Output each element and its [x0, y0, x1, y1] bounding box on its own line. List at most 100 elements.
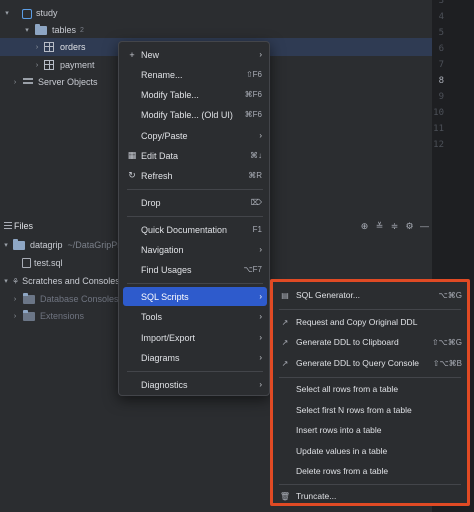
menu-item-rename[interactable]: Rename... ⇧F6 — [123, 65, 267, 84]
shortcut: ⇧⌥⌘G — [431, 337, 462, 347]
menu-item-diagnostics[interactable]: Diagnostics › — [123, 375, 267, 394]
menu-item-refresh[interactable]: ↻ Refresh ⌘R — [123, 166, 267, 185]
line-number: 9 — [438, 92, 444, 102]
chevron-right-icon: › — [259, 353, 262, 362]
submenu-item-select-first-n-rows[interactable]: Select first N rows from a table — [276, 401, 464, 419]
shortcut: ⌘F6 — [244, 110, 262, 119]
chevron-right-icon: › — [259, 245, 262, 254]
collapse-all-icon[interactable]: ≑ — [387, 221, 402, 232]
shortcut: ⇧⌥⌘B — [432, 358, 462, 368]
menu-separator — [279, 484, 461, 485]
chevron-down-icon[interactable]: ▾ — [22, 26, 32, 34]
refresh-icon: ↻ — [128, 170, 136, 180]
current-line-number: 8 — [438, 76, 444, 86]
menu-item-find-usages[interactable]: Find Usages ⌥F7 — [123, 260, 267, 279]
shortcut: ⇧F6 — [245, 70, 262, 79]
line-number: 11 — [433, 124, 444, 134]
submenu-item-ddl-to-clipboard[interactable]: ↗ Generate DDL to Clipboard ⇧⌥⌘G — [276, 333, 464, 351]
folder-icon — [13, 238, 25, 250]
chevron-right-icon[interactable]: › — [32, 44, 42, 51]
folder-icon — [23, 292, 35, 304]
files-item-label: test.sql — [34, 258, 63, 268]
chevron-down-icon[interactable]: ▾ — [1, 241, 11, 249]
expand-all-icon[interactable]: ≚ — [372, 221, 387, 232]
menu-item-modify-table-old-ui[interactable]: Modify Table... (Old UI) ⌘F6 — [123, 105, 267, 124]
context-menu: + New › Rename... ⇧F6 Modify Table... ⌘F… — [118, 41, 270, 396]
menu-item-modify-table[interactable]: Modify Table... ⌘F6 — [123, 85, 267, 104]
chevron-right-icon: › — [259, 50, 262, 59]
files-toolbar: ⊕ ≚ ≑ ⚙ — — [357, 218, 432, 234]
files-panel-title: Files — [14, 221, 34, 231]
line-number: 10 — [433, 108, 444, 118]
menu-item-edit-data[interactable]: ▦ Edit Data ⌘↓ — [123, 146, 267, 165]
folder-icon — [35, 23, 47, 35]
menu-item-quick-documentation[interactable]: Quick Documentation F1 — [123, 220, 267, 239]
line-number: 7 — [438, 60, 444, 70]
folder-icon — [23, 309, 35, 321]
database-icon — [21, 8, 32, 19]
sql-generator-icon: ▤ — [281, 290, 289, 300]
item-count: 2 — [80, 26, 84, 34]
chevron-right-icon[interactable]: › — [32, 62, 42, 69]
files-item-label: Scratches and Consoles — [22, 276, 120, 286]
chevron-right-icon: › — [259, 380, 262, 389]
plus-icon: + — [129, 49, 135, 60]
tree-item-label: tables — [52, 25, 77, 35]
chevron-right-icon[interactable]: › — [10, 313, 20, 320]
menu-item-navigation[interactable]: Navigation › — [123, 240, 267, 259]
chevron-down-icon[interactable]: ▾ — [2, 9, 12, 17]
tree-item-tables[interactable]: ▾ tables 2 — [0, 21, 432, 39]
trash-icon: 🗑 — [279, 491, 291, 501]
tree-item-label: orders — [60, 42, 86, 52]
shortcut: ⌘↓ — [250, 151, 262, 160]
submenu-item-truncate[interactable]: 🗑 Truncate... — [276, 487, 464, 505]
menu-item-new[interactable]: + New › — [123, 45, 267, 64]
chevron-right-icon: › — [259, 292, 262, 301]
menu-separator — [127, 371, 263, 372]
tree-item-label: study — [36, 8, 58, 18]
sql-file-icon — [22, 258, 31, 268]
menu-item-copy-paste[interactable]: Copy/Paste › — [123, 126, 267, 145]
menu-item-diagrams[interactable]: Diagrams › — [123, 348, 267, 367]
submenu-item-request-copy-ddl[interactable]: ↗ Request and Copy Original DDL — [276, 313, 464, 331]
files-item-label: datagrip — [30, 240, 63, 250]
arrow-up-right-icon: ↗ — [281, 317, 289, 327]
submenu-item-insert-rows[interactable]: Insert rows into a table — [276, 421, 464, 439]
chevron-right-icon: › — [259, 333, 262, 342]
locate-icon[interactable]: ⊕ — [357, 221, 372, 232]
chevron-right-icon[interactable]: › — [10, 296, 20, 303]
arrow-up-right-icon: ↗ — [281, 358, 289, 368]
sql-scripts-submenu: ▤ SQL Generator... ⌥⌘G ↗ Request and Cop… — [270, 279, 470, 506]
shortcut: ⌘R — [248, 171, 262, 180]
chevron-down-icon[interactable]: ▾ — [1, 277, 11, 285]
chevron-right-icon: › — [259, 312, 262, 321]
menu-separator — [127, 216, 263, 217]
menu-separator — [127, 283, 263, 284]
tree-item-study[interactable]: ▾ study — [0, 4, 432, 22]
shortcut: ⌥⌘G — [438, 290, 462, 300]
minimize-icon[interactable]: — — [417, 221, 432, 231]
gear-icon[interactable]: ⚙ — [402, 221, 417, 232]
submenu-item-ddl-to-console[interactable]: ↗ Generate DDL to Query Console ⇧⌥⌘B — [276, 354, 464, 372]
shortcut: ⌦ — [250, 198, 262, 207]
submenu-item-update-values[interactable]: Update values in a table — [276, 442, 464, 460]
submenu-item-select-all-rows[interactable]: Select all rows from a table — [276, 380, 464, 398]
menu-item-import-export[interactable]: Import/Export › — [123, 328, 267, 347]
chevron-right-icon[interactable]: › — [10, 79, 20, 86]
table-icon: ▦ — [127, 150, 137, 160]
menu-item-tools[interactable]: Tools › — [123, 307, 267, 326]
submenu-item-sql-generator[interactable]: ▤ SQL Generator... ⌥⌘G — [276, 286, 464, 304]
line-number: 4 — [438, 12, 444, 22]
files-panel-icon — [4, 222, 12, 230]
files-item-label: Extensions — [40, 311, 85, 321]
table-icon — [44, 42, 54, 52]
menu-item-drop[interactable]: Drop ⌦ — [123, 193, 267, 212]
menu-item-sql-scripts[interactable]: SQL Scripts › — [123, 287, 267, 306]
tree-item-label: payment — [60, 60, 95, 70]
shortcut: ⌘F6 — [244, 90, 262, 99]
line-number: 12 — [433, 140, 444, 150]
submenu-item-delete-rows[interactable]: Delete rows from a table — [276, 462, 464, 480]
line-number: 6 — [438, 44, 444, 54]
table-icon — [44, 60, 54, 70]
shortcut: ⌥F7 — [243, 265, 262, 274]
